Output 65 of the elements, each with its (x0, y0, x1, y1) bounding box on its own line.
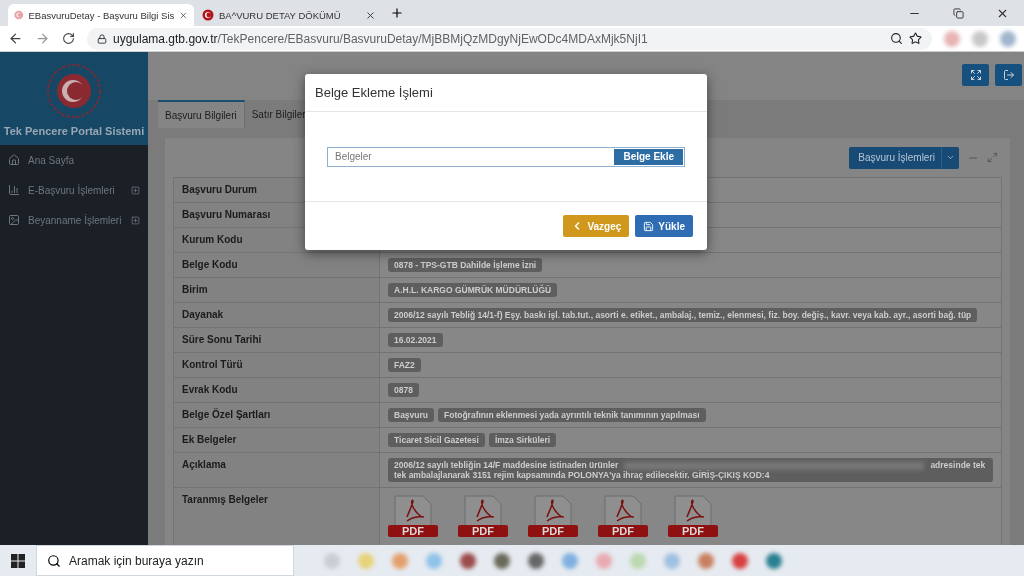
value-tag: 0878 (388, 383, 419, 397)
actions-dropdown[interactable]: Başvuru İşlemleri (849, 146, 959, 169)
image-icon (8, 214, 20, 226)
value-tag: A.H.L. KARGO GÜMRÜK MÜDÜRLÜĞÜ (388, 283, 558, 297)
taskbar-app-icon[interactable] (698, 552, 714, 569)
profile-icon[interactable] (1000, 30, 1016, 47)
sidebar-item[interactable]: Ana Sayfa (0, 145, 148, 175)
restore-icon[interactable] (952, 7, 964, 19)
taskbar-app-icon[interactable] (460, 552, 476, 569)
address-bar[interactable]: uygulama.gtb.gov.tr/TekPencere/EBasvuru/BasvuruDetay/MjBBMjQzMDgyNjEwODc4MDAxMjk5NjI1 (87, 27, 932, 50)
field-label: Dayanak (174, 303, 380, 328)
forward-icon[interactable] (35, 31, 50, 46)
home-icon (8, 154, 20, 166)
logout-button[interactable] (995, 64, 1022, 86)
back-icon[interactable] (8, 31, 23, 46)
description-text: 2006/12 sayılı tebliğin 14/F maddesine istinaden ürünler adresinde tek tek ambalajlanarak 3151 rejim kapsamında POLONYA'ya ihraç edilecektir. GİRİŞ-ÇIKIŞ KOD:4 (388, 458, 993, 482)
chart-icon (8, 184, 20, 196)
value-tag: 16.02.2021 (388, 333, 443, 347)
tab[interactable]: Başvuru Bilgileri (158, 100, 245, 128)
search-icon (47, 553, 61, 568)
field-label: Açıklama (174, 453, 380, 488)
value-tag: FAZ2 (388, 358, 421, 372)
dialog-title: Belge Ekleme İşlemi (305, 74, 707, 112)
taskbar-app-icon[interactable] (766, 552, 782, 569)
caret-icon (946, 153, 955, 162)
save-icon (643, 220, 655, 232)
logout-icon (1002, 69, 1015, 81)
sidebar-item[interactable]: Beyanname İşlemleri (0, 205, 148, 235)
upload-button[interactable]: Yükle (635, 215, 693, 237)
reload-icon[interactable] (62, 32, 75, 45)
emblem-icon (46, 63, 102, 119)
value-tag: Fotoğrafının eklenmesi yada ayrıntılı teknik tanımının yapılması (438, 408, 706, 422)
field-label: Birim (174, 278, 380, 303)
taskbar-app-icon[interactable] (732, 552, 748, 569)
value-tag: İmza Sirküleri (488, 433, 557, 447)
field-label: Süre Sonu Tarihi (174, 328, 380, 353)
value-tag: Başvuru (388, 408, 434, 422)
taskbar-search[interactable]: Aramak için buraya yazın (36, 545, 294, 576)
fullscreen-button[interactable] (962, 64, 989, 86)
close-icon[interactable] (365, 9, 376, 21)
field-label: Ek Belgeler (174, 428, 380, 453)
field-label: Evrak Kodu (174, 378, 380, 403)
maximize-icon[interactable] (987, 152, 998, 163)
value-tag: 0878 - TPS-GTB Dahilde İşleme İzni (388, 258, 543, 272)
portal-title: Tek Pencere Portal Sistemi (3, 125, 145, 137)
value-tag: 2006/12 sayılı Tebliğ 14/1-f) Eşy. baskı işl. tab.tut., asorti e. etiket., ambalaj., temiz., elenmesi, fiz. boy. değiş., kavr. veya kab. ayr., asorti bağ. tüp (388, 308, 978, 322)
field-label: Belge Özel Şartları (174, 403, 380, 428)
taskbar-app-icon[interactable] (528, 552, 544, 569)
field-label: Belge Kodu (174, 253, 380, 278)
browser-tab[interactable]: BA^VURU DETAY DÖKÜMÜ (196, 4, 382, 26)
file-field[interactable]: Belgeler Belge Ekle (327, 146, 685, 167)
add-document-button[interactable]: Belge Ekle (614, 148, 683, 165)
favicon-icon (14, 9, 24, 21)
lock-icon (97, 33, 107, 44)
taskbar-app-icon[interactable] (494, 552, 510, 569)
value-tag: Ticaret Sicil Gazetesi (388, 433, 485, 447)
fullscreen-icon (969, 69, 982, 81)
star-icon[interactable] (909, 32, 922, 45)
favicon-icon (202, 9, 214, 21)
sidebar-item[interactable]: E-Başvuru İşlemleri (0, 175, 148, 205)
new-tab-icon[interactable] (390, 6, 404, 20)
field-label: Kontrol Türü (174, 353, 380, 378)
windows-icon (11, 553, 25, 568)
browser-tab[interactable]: EBasvuruDetay - Başvuru Bilgi Sis (8, 4, 194, 26)
search-icon[interactable] (890, 32, 903, 45)
